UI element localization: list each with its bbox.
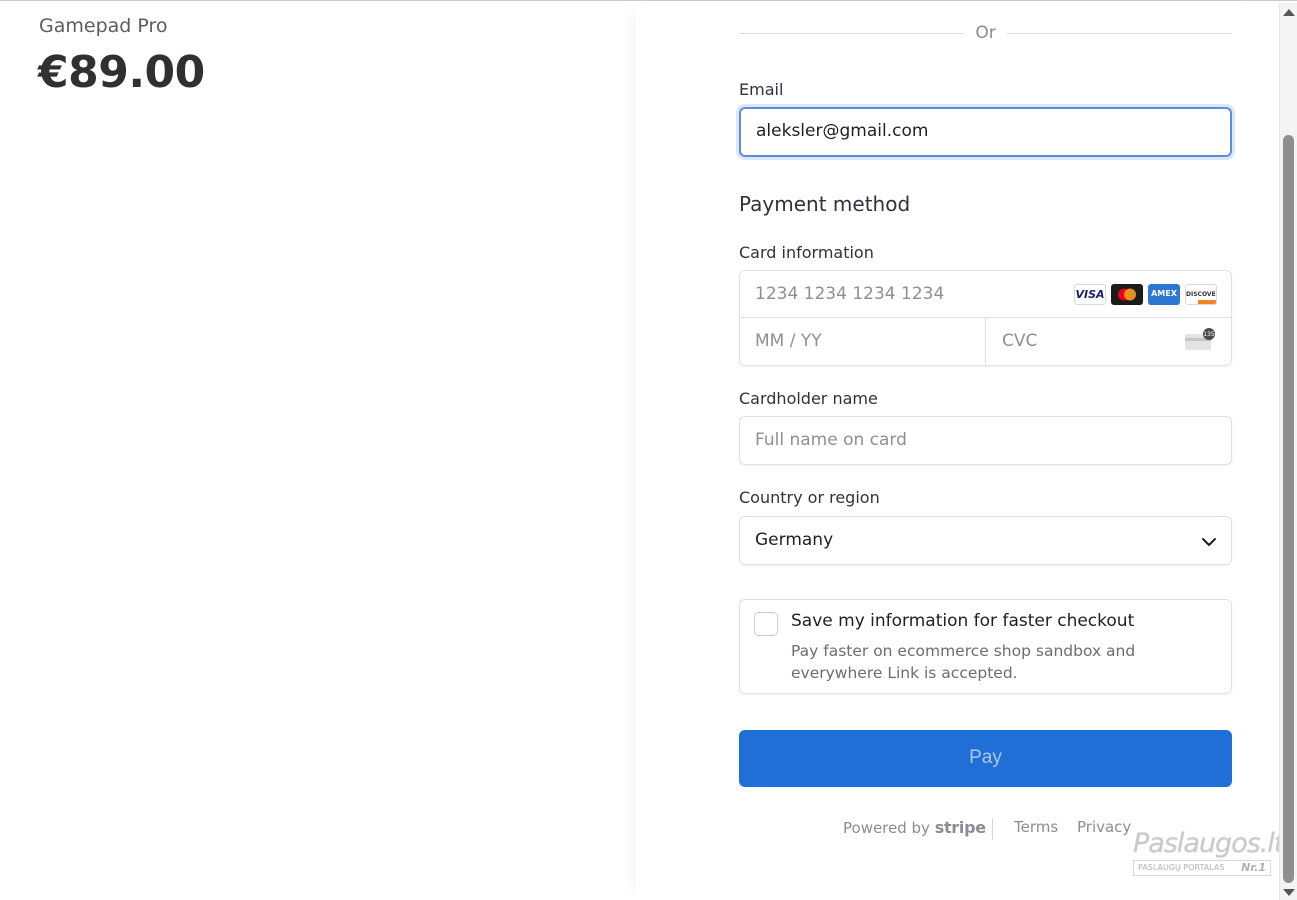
email-field[interactable]: aleksler@gmail.com [739, 107, 1232, 157]
cvc-hint-text: 135 [1203, 331, 1215, 338]
footer-separator [992, 818, 993, 840]
watermark-sub-text: PASLAUGŲ PORTALAS [1138, 863, 1225, 872]
card-brands: VISA AMEX DISCOVER [1074, 284, 1217, 305]
save-info-box: Save my information for faster checkout … [739, 599, 1232, 694]
amex-icon: AMEX [1148, 284, 1180, 305]
card-expiry-cvc-row: MM / YY CVC 135 [740, 318, 1231, 365]
email-label: Email [739, 80, 784, 99]
cardholder-placeholder: Full name on card [755, 430, 907, 450]
cardholder-name-field[interactable]: Full name on card [739, 416, 1232, 465]
stripe-logo: stripe [934, 818, 986, 837]
card-number-field[interactable]: 1234 1234 1234 1234 VISA AMEX DISCOVER [740, 271, 1231, 318]
expiry-field[interactable]: MM / YY [740, 318, 985, 365]
country-select[interactable]: Germany [739, 516, 1232, 565]
country-value: Germany [755, 530, 834, 550]
powered-by-stripe[interactable]: Powered by stripe [843, 818, 986, 837]
or-divider: Or [739, 22, 1232, 46]
watermark-sub: PASLAUGŲ PORTALAS Nr.1 [1133, 860, 1271, 876]
product-price: €89.00 [38, 47, 205, 98]
watermark-main: Paslaugos.lt [1133, 828, 1284, 859]
watermark-badge: Nr.1 [1241, 861, 1266, 874]
powered-by-text: Powered by [843, 819, 930, 837]
cvc-placeholder: CVC [1002, 331, 1038, 351]
save-info-description: Pay faster on ecommerce shop sandbox and… [791, 642, 1136, 682]
privacy-link[interactable]: Privacy [1077, 818, 1131, 836]
product-name: Gamepad Pro [39, 15, 168, 37]
pay-button[interactable]: Pay [739, 730, 1232, 787]
visa-icon: VISA [1074, 284, 1106, 305]
terms-link[interactable]: Terms [1014, 818, 1058, 836]
expiry-placeholder: MM / YY [755, 331, 822, 351]
card-information-label: Card information [739, 243, 874, 262]
order-summary-panel: Gamepad Pro €89.00 [0, 3, 636, 900]
chevron-down-icon [1202, 538, 1216, 546]
cvc-card-icon: 135 [1185, 328, 1215, 350]
discover-icon: DISCOVER [1185, 284, 1217, 305]
save-info-title: Save my information for faster checkout [791, 611, 1135, 631]
pay-button-label: Pay [969, 747, 1002, 768]
scrollbar-thumb[interactable] [1283, 135, 1294, 883]
payment-method-title: Payment method [739, 192, 911, 216]
country-label: Country or region [739, 488, 880, 507]
cvc-field[interactable]: CVC 135 [985, 318, 1231, 365]
scroll-down-arrow-icon[interactable] [1283, 889, 1295, 896]
mastercard-icon [1111, 284, 1143, 305]
card-number-placeholder: 1234 1234 1234 1234 [755, 284, 945, 304]
scroll-up-arrow-icon[interactable] [1283, 9, 1295, 16]
card-information-group: 1234 1234 1234 1234 VISA AMEX DISCOVER M… [739, 270, 1232, 366]
divider-line-right [1007, 33, 1232, 34]
watermark-logo: Paslaugos.lt PASLAUGŲ PORTALAS Nr.1 [1133, 828, 1284, 878]
email-value: aleksler@gmail.com [756, 121, 929, 141]
cardholder-label: Cardholder name [739, 389, 878, 408]
save-info-checkbox[interactable] [754, 612, 778, 636]
vertical-scrollbar[interactable] [1279, 3, 1297, 900]
